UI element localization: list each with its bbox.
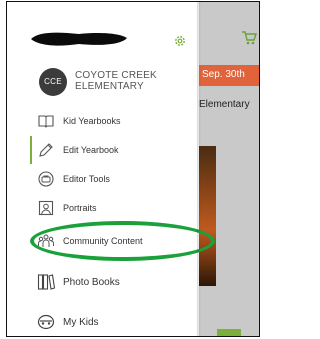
green-button-edge xyxy=(217,329,241,336)
school-name-line1: COYOTE CREEK xyxy=(75,70,157,81)
portrait-icon xyxy=(38,200,54,216)
pencil-edit-icon xyxy=(39,143,53,157)
highlight-ring xyxy=(30,221,215,261)
toolbox-icon xyxy=(38,171,54,187)
menu-item-kid-yearbooks[interactable]: Kid Yearbooks xyxy=(37,107,121,135)
school-logo: CCE xyxy=(39,68,67,96)
redacted-username xyxy=(31,32,127,46)
app-subtitle: Elementary xyxy=(199,99,250,110)
screenshot-frame: Sep. 30th Elementary CCE COYOTE CREEK EL… xyxy=(6,1,260,337)
menu-item-label: Edit Yearbook xyxy=(63,145,119,155)
navigation-drawer: CCE COYOTE CREEK ELEMENTARY Kid Yearbook… xyxy=(7,2,215,336)
active-item-indicator xyxy=(30,136,32,164)
menu-item-label: My Kids xyxy=(63,316,99,328)
gear-icon[interactable] xyxy=(173,34,187,48)
kids-icon xyxy=(37,314,55,330)
book-open-icon xyxy=(38,115,54,128)
menu-item-photo-books[interactable]: Photo Books xyxy=(37,268,120,296)
menu-item-label: Portraits xyxy=(63,203,97,213)
yearbook-cover-image xyxy=(199,146,216,286)
school-name: COYOTE CREEK ELEMENTARY xyxy=(75,70,157,92)
background-app: Sep. 30th Elementary xyxy=(199,2,259,336)
menu-item-label: Photo Books xyxy=(63,276,120,288)
menu-item-portraits[interactable]: Portraits xyxy=(37,194,97,222)
menu-item-my-kids[interactable]: My Kids xyxy=(37,308,99,336)
menu-item-label: Kid Yearbooks xyxy=(63,116,121,126)
menu-item-editor-tools[interactable]: Editor Tools xyxy=(37,165,110,193)
menu-item-label: Editor Tools xyxy=(63,174,110,184)
menu-item-edit-yearbook[interactable]: Edit Yearbook xyxy=(37,136,119,164)
banner-date: Sep. 30th xyxy=(202,69,245,80)
photo-books-icon xyxy=(37,274,55,290)
cart-icon xyxy=(242,31,257,45)
school-name-line2: ELEMENTARY xyxy=(75,81,144,92)
date-banner: Sep. 30th xyxy=(199,65,259,86)
drawer-shadow xyxy=(197,2,201,336)
